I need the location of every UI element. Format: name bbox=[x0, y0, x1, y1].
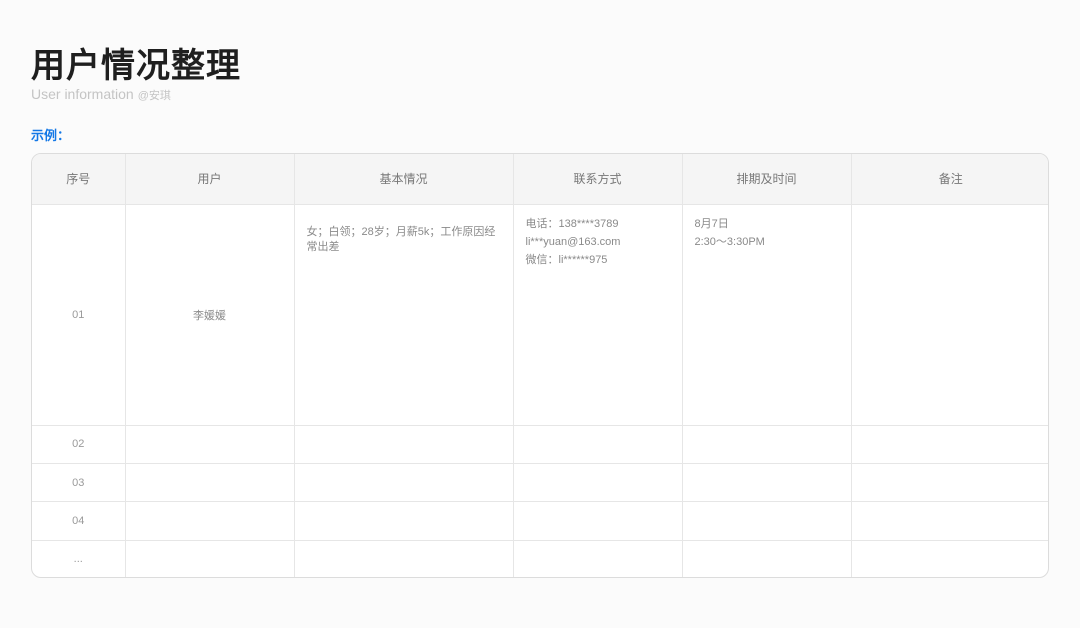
cell-index: 04 bbox=[32, 501, 126, 541]
user-info-table: 序号 用户 基本情况 联系方式 排期及时间 备注 01 李媛媛 女；白领；28岁… bbox=[31, 153, 1049, 578]
cell-schedule bbox=[682, 539, 852, 577]
table-row: ... bbox=[32, 539, 1048, 577]
cell-user bbox=[125, 462, 295, 502]
column-header-user: 用户 bbox=[125, 154, 295, 204]
cell-index: ... bbox=[32, 539, 126, 577]
cell-index: 03 bbox=[32, 462, 126, 502]
column-header-contact: 联系方式 bbox=[513, 154, 683, 204]
table-row: 02 bbox=[32, 424, 1048, 464]
page-subtitle: User information @安琪 bbox=[31, 86, 171, 103]
column-header-basic: 基本情况 bbox=[294, 154, 514, 204]
cell-contact bbox=[513, 462, 683, 502]
page: 用户情况整理 User information @安琪 示例： 序号 用户 基本情… bbox=[0, 0, 1080, 628]
column-header-index: 序号 bbox=[32, 154, 126, 204]
cell-basic bbox=[294, 539, 514, 577]
cell-user bbox=[125, 501, 295, 541]
example-label: 示例： bbox=[31, 129, 71, 144]
cell-basic bbox=[294, 462, 514, 502]
table-row: 03 bbox=[32, 462, 1048, 502]
column-header-schedule: 排期及时间 bbox=[682, 154, 852, 204]
cell-schedule: 8月7日 2:30～3:30PM bbox=[682, 203, 852, 426]
cell-contact bbox=[513, 501, 683, 541]
cell-schedule bbox=[682, 462, 852, 502]
cell-schedule bbox=[682, 501, 852, 541]
cell-contact: 电话：138****3789 li***yuan@163.com 微信：li**… bbox=[513, 203, 683, 426]
cell-contact bbox=[513, 539, 683, 577]
schedule-time: 2:30～3:30PM bbox=[694, 235, 765, 248]
table-row: 01 李媛媛 女；白领；28岁；月薪5k；工作原因经常出差 电话：138****… bbox=[32, 203, 1048, 426]
cell-index: 01 bbox=[32, 203, 126, 426]
cell-schedule bbox=[682, 424, 852, 464]
table-header-row: 序号 用户 基本情况 联系方式 排期及时间 备注 bbox=[32, 154, 1048, 204]
cell-basic bbox=[294, 501, 514, 541]
cell-user: 李媛媛 bbox=[125, 203, 295, 426]
cell-note bbox=[851, 203, 1048, 426]
table-row: 04 bbox=[32, 501, 1048, 541]
page-title: 用户情况整理 bbox=[31, 46, 241, 86]
contact-email: li***yuan@163.com bbox=[525, 235, 621, 248]
cell-note bbox=[851, 539, 1048, 577]
schedule-date: 8月7日 bbox=[694, 217, 729, 230]
subtitle-text: User information bbox=[31, 86, 134, 102]
column-header-note: 备注 bbox=[851, 154, 1048, 204]
cell-user bbox=[125, 424, 295, 464]
cell-basic bbox=[294, 424, 514, 464]
cell-user bbox=[125, 539, 295, 577]
cell-note bbox=[851, 501, 1048, 541]
cell-note bbox=[851, 424, 1048, 464]
contact-wechat: 微信：li******975 bbox=[525, 253, 608, 266]
author-tag: @安琪 bbox=[137, 90, 171, 102]
cell-note bbox=[851, 462, 1048, 502]
cell-basic: 女；白领；28岁；月薪5k；工作原因经常出差 bbox=[294, 203, 514, 426]
cell-index: 02 bbox=[32, 424, 126, 464]
contact-phone: 电话：138****3789 bbox=[525, 217, 619, 230]
cell-contact bbox=[513, 424, 683, 464]
